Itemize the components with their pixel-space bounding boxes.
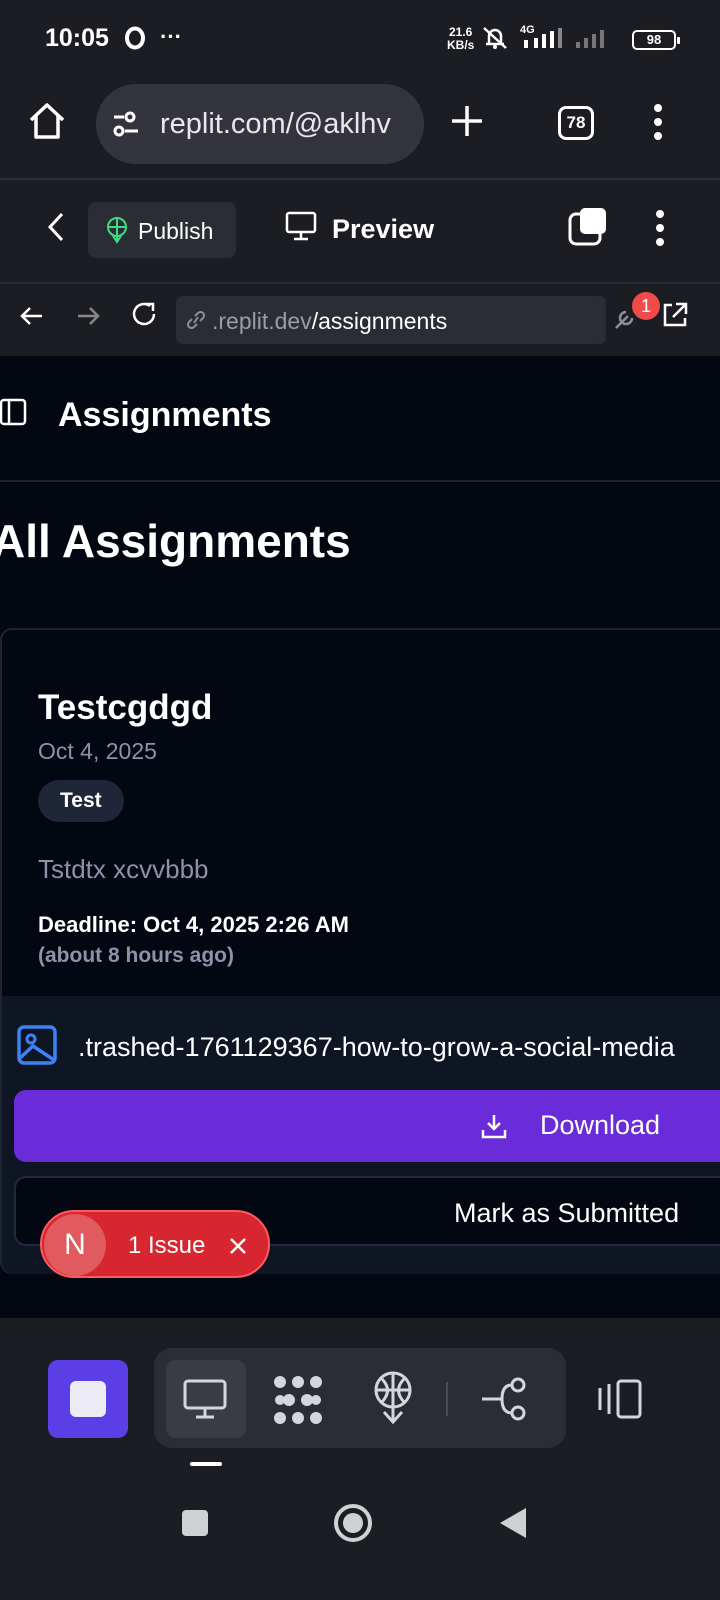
battery-indicator: 98 [632, 30, 680, 50]
assignment-deadline-relative: (about 8 hours ago) [38, 944, 234, 967]
panels-icon[interactable] [596, 1378, 644, 1420]
home-nav-icon[interactable] [332, 1502, 374, 1544]
replit-toolbar: Publish Preview [0, 180, 720, 284]
nextjs-logo-icon: N [44, 1214, 106, 1276]
download-icon [480, 1112, 508, 1140]
tab-switcher-button[interactable]: 78 [558, 106, 594, 140]
sidebar-toggle-icon[interactable] [0, 398, 28, 426]
publish-icon [104, 216, 130, 244]
close-icon[interactable] [228, 1236, 248, 1256]
workspace-toolbar [0, 1318, 720, 1478]
download-label: Download [540, 1110, 661, 1140]
assignment-card: Testcgdgd Oct 4, 2025 Test Tstdtx xcvvbb… [0, 628, 720, 1274]
replit-menu-icon[interactable] [654, 208, 666, 248]
issue-count-badge: 1 [632, 292, 660, 320]
recents-icon[interactable] [180, 1508, 210, 1538]
signal-2-icon [574, 26, 610, 50]
open-external-icon[interactable] [660, 300, 690, 330]
preview-tool-button[interactable] [166, 1360, 246, 1438]
preview-tab-label[interactable]: Preview [332, 214, 434, 245]
android-nav-bar [0, 1478, 720, 1600]
mark-submitted-label: Mark as Submitted [454, 1198, 680, 1228]
site-settings-icon[interactable] [110, 108, 142, 140]
attachment-file-name[interactable]: .trashed-1761129367-how-to-grow-a-social… [78, 1032, 675, 1063]
webview-url: .replit.dev/assignments [212, 308, 448, 334]
webview-url-bar[interactable]: .replit.dev/assignments [176, 296, 606, 344]
assignment-deadline: Deadline: Oct 4, 2025 2:26 AM [38, 912, 349, 937]
browser-menu-icon[interactable] [652, 102, 664, 142]
stop-button[interactable] [48, 1360, 128, 1438]
publish-button[interactable]: Publish [88, 202, 236, 258]
address-url: replit.com/@aklhv [160, 108, 391, 140]
opera-icon [124, 26, 146, 50]
stop-icon [70, 1381, 106, 1417]
webview-forward-icon[interactable] [74, 302, 102, 330]
monitor-icon [182, 1378, 228, 1420]
assignment-description: Tstdtx xcvvbbb [38, 854, 209, 884]
issue-toast-label: 1 Issue [128, 1232, 206, 1259]
new-tab-icon[interactable] [448, 102, 486, 140]
net-speed: 21.6 KB/s [447, 25, 475, 52]
status-bar: 10:05 ··· 21.6 KB/s 4G 98 [0, 0, 720, 78]
download-button[interactable]: Download [14, 1090, 720, 1162]
preview-monitor-icon[interactable] [284, 210, 318, 242]
assignment-tag: Test [38, 780, 124, 822]
assignment-title: Testcgdgd [38, 688, 213, 727]
header-divider [0, 480, 720, 482]
back-nav-icon[interactable] [496, 1504, 530, 1542]
git-branch-icon[interactable] [480, 1376, 528, 1422]
browser-bar: replit.com/@aklhv 78 [0, 78, 720, 180]
back-chevron-icon[interactable] [44, 210, 68, 244]
home-icon[interactable] [26, 100, 68, 142]
assignment-date: Oct 4, 2025 [38, 738, 157, 764]
agent-icon[interactable] [272, 1374, 324, 1426]
app-header-title: Assignments [58, 396, 272, 434]
reload-icon[interactable] [128, 298, 160, 330]
tool-divider [446, 1382, 448, 1416]
address-bar[interactable]: replit.com/@aklhv [96, 84, 424, 164]
image-file-icon [16, 1024, 58, 1066]
page-title: All Assignments [0, 515, 351, 567]
active-tab-indicator [190, 1462, 222, 1466]
webview-nav: .replit.dev/assignments [0, 284, 720, 356]
status-time: 10:05 [45, 24, 109, 52]
webview-back-icon[interactable] [18, 302, 46, 330]
tabs-overview-icon[interactable] [568, 206, 610, 248]
deployments-icon[interactable] [370, 1370, 416, 1426]
app-viewport: Assignments All Assignments Testcgdgd Oc… [0, 356, 720, 1346]
issue-toast[interactable]: N 1 Issue [40, 1210, 270, 1278]
publish-label: Publish [138, 218, 214, 244]
more-notifications-icon: ··· [160, 24, 182, 49]
signal-icon [522, 26, 568, 50]
mute-icon [480, 24, 510, 52]
link-icon [184, 309, 208, 331]
